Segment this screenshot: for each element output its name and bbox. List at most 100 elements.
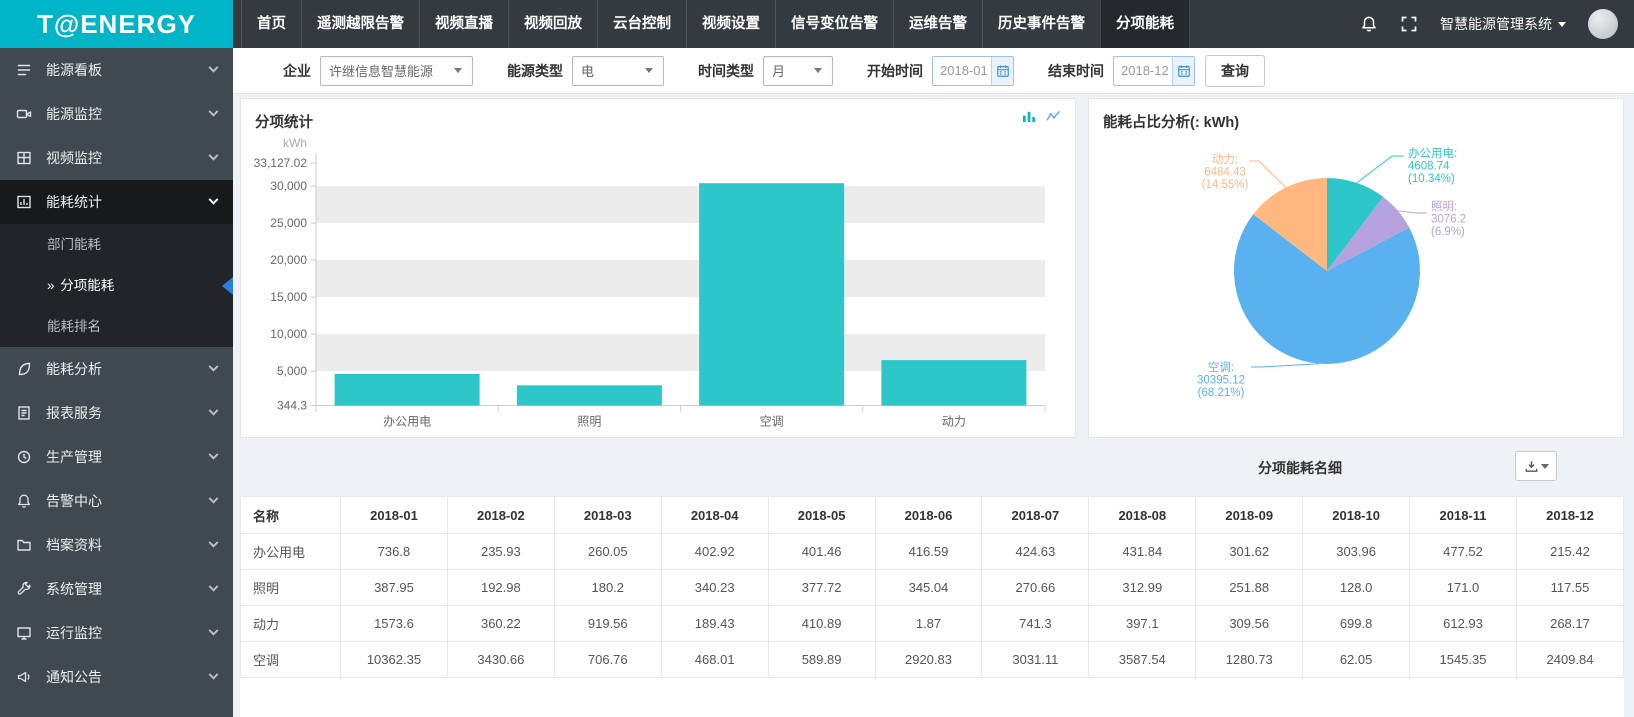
caret-down-icon bbox=[1558, 22, 1566, 27]
svg-text:30,000: 30,000 bbox=[270, 179, 307, 193]
energy-type-select-value: 电 bbox=[581, 61, 594, 80]
sidebar-item[interactable]: 档案资料 bbox=[0, 523, 233, 567]
data-table: 名称2018-012018-022018-032018-042018-05201… bbox=[240, 496, 1624, 678]
system-menu-label: 智慧能源管理系统 bbox=[1440, 14, 1552, 34]
value-cell: 235.93 bbox=[447, 534, 554, 570]
value-cell: 431.84 bbox=[1089, 534, 1196, 570]
chevron-down-icon bbox=[209, 449, 219, 459]
value-cell: 589.89 bbox=[768, 642, 875, 678]
system-menu[interactable]: 智慧能源管理系统 bbox=[1440, 14, 1566, 34]
sidebar-item[interactable]: 告警中心 bbox=[0, 479, 233, 523]
value-cell: 477.52 bbox=[1410, 534, 1517, 570]
value-cell: 3430.66 bbox=[447, 642, 554, 678]
sidebar-item[interactable]: 视频监控 bbox=[0, 136, 233, 180]
avatar[interactable] bbox=[1588, 9, 1618, 39]
topnav-item[interactable]: 视频回放 bbox=[508, 0, 597, 48]
main-content: 企业 许继信息智慧能源 能源类型 电 时间类型 月 开始时间 2018-01 结… bbox=[233, 48, 1634, 717]
query-button[interactable]: 查询 bbox=[1205, 55, 1265, 87]
topnav-item[interactable]: 分项能耗 bbox=[1100, 0, 1190, 48]
bar-chart-toggle-icon[interactable] bbox=[1022, 109, 1037, 124]
start-date-input[interactable]: 2018-01 bbox=[932, 56, 1014, 86]
sidebar-item[interactable]: 系统管理 bbox=[0, 567, 233, 611]
table-body: 办公用电736.8235.93260.05402.92401.46416.594… bbox=[241, 534, 1624, 678]
end-date-label: 结束时间 bbox=[1048, 61, 1104, 81]
submenu: 部门能耗» 分项能耗能耗排名 bbox=[0, 224, 233, 347]
chevron-down-icon bbox=[209, 194, 219, 204]
notifications-bell-icon[interactable] bbox=[1360, 15, 1378, 33]
table-row: 动力1573.6360.22919.56189.43410.891.87741.… bbox=[241, 606, 1624, 642]
svg-text:照明: 照明 bbox=[577, 415, 601, 429]
value-cell: 10362.35 bbox=[341, 642, 448, 678]
sidebar-item-label: 能耗统计 bbox=[46, 192, 102, 212]
submenu-item[interactable]: » 分项能耗 bbox=[0, 265, 233, 306]
export-button[interactable] bbox=[1515, 451, 1557, 481]
chevron-down-icon bbox=[209, 361, 219, 371]
value-cell: 180.2 bbox=[554, 570, 661, 606]
month-column-header: 2018-11 bbox=[1410, 497, 1517, 534]
topnav-item[interactable]: 云台控制 bbox=[597, 0, 686, 48]
topnav-item[interactable]: 信号变位告警 bbox=[775, 0, 893, 48]
sidebar-item-label: 通知公告 bbox=[46, 667, 102, 687]
megaphone-icon bbox=[16, 669, 34, 685]
pie-chart: 办公用电:4608.74(10.34%)照明:3076.2(6.9%)空调:30… bbox=[1089, 99, 1623, 437]
value-cell: 260.05 bbox=[554, 534, 661, 570]
table-row: 办公用电736.8235.93260.05402.92401.46416.594… bbox=[241, 534, 1624, 570]
end-date-value: 2018-12 bbox=[1114, 63, 1172, 78]
submenu-item-label: 能耗排名 bbox=[47, 319, 101, 334]
company-select[interactable]: 许继信息智慧能源 bbox=[320, 56, 473, 86]
value-cell: 401.46 bbox=[768, 534, 875, 570]
chevron-down-icon bbox=[454, 68, 462, 73]
sidebar-item[interactable]: 能源监控 bbox=[0, 92, 233, 136]
chevron-down-icon bbox=[209, 537, 219, 547]
sidebar-item[interactable]: 报表服务 bbox=[0, 391, 233, 435]
sidebar-item[interactable]: 能源看板 bbox=[0, 48, 233, 92]
topnav-item[interactable]: 视频设置 bbox=[686, 0, 775, 48]
sidebar: 能源看板能源监控视频监控能耗统计部门能耗» 分项能耗能耗排名能耗分析报表服务生产… bbox=[0, 48, 233, 717]
value-cell: 2920.83 bbox=[875, 642, 982, 678]
topnav-item[interactable]: 运维告警 bbox=[893, 0, 982, 48]
row-name-cell: 空调 bbox=[241, 642, 341, 678]
bar-chart: 344.35,00010,00015,00020,00025,00030,000… bbox=[241, 99, 1075, 437]
month-column-header: 2018-10 bbox=[1303, 497, 1410, 534]
svg-text:动力:6484.43(14.55%): 动力:6484.43(14.55%) bbox=[1202, 153, 1249, 191]
value-cell: 62.05 bbox=[1303, 642, 1410, 678]
time-type-label: 时间类型 bbox=[698, 61, 754, 81]
end-date-input[interactable]: 2018-12 bbox=[1113, 56, 1195, 86]
sidebar-item-label: 系统管理 bbox=[46, 579, 102, 599]
sidebar-item-label: 能耗分析 bbox=[46, 359, 102, 379]
sidebar-item[interactable]: 生产管理 bbox=[0, 435, 233, 479]
value-cell: 128.0 bbox=[1303, 570, 1410, 606]
value-cell: 360.22 bbox=[447, 606, 554, 642]
pie-panel-title: 能耗占比分析(: kWh) bbox=[1089, 99, 1623, 132]
sidebar-item[interactable]: 能耗分析 bbox=[0, 347, 233, 391]
time-type-select[interactable]: 月 bbox=[763, 56, 833, 86]
value-cell: 215.42 bbox=[1516, 534, 1623, 570]
sidebar-item[interactable]: 运行监控 bbox=[0, 611, 233, 655]
value-cell: 1280.73 bbox=[1196, 642, 1303, 678]
svg-text:照明:3076.2(6.9%): 照明:3076.2(6.9%) bbox=[1431, 200, 1466, 238]
topnav-item[interactable]: 历史事件告警 bbox=[982, 0, 1100, 48]
sidebar-item[interactable]: 能耗统计 bbox=[0, 180, 233, 224]
chevron-down-icon bbox=[209, 581, 219, 591]
svg-text:20,000: 20,000 bbox=[270, 253, 307, 267]
value-cell: 410.89 bbox=[768, 606, 875, 642]
energy-type-select[interactable]: 电 bbox=[572, 56, 664, 86]
value-cell: 251.88 bbox=[1196, 570, 1303, 606]
topnav-item[interactable]: 视频直播 bbox=[419, 0, 508, 48]
row-name-cell: 办公用电 bbox=[241, 534, 341, 570]
line-chart-toggle-icon[interactable] bbox=[1046, 109, 1061, 124]
fullscreen-icon[interactable] bbox=[1400, 15, 1418, 33]
submenu-item[interactable]: 部门能耗 bbox=[0, 224, 233, 265]
value-cell: 171.0 bbox=[1410, 570, 1517, 606]
table-section-header: 分项能耗名细 bbox=[240, 438, 1624, 496]
value-cell: 192.98 bbox=[447, 570, 554, 606]
chevron-down-icon bbox=[645, 68, 653, 73]
active-arrow-marker bbox=[222, 277, 233, 295]
submenu-item[interactable]: 能耗排名 bbox=[0, 306, 233, 347]
month-column-header: 2018-08 bbox=[1089, 497, 1196, 534]
topnav-item[interactable]: 首页 bbox=[241, 0, 301, 48]
topnav-item[interactable]: 遥测越限告警 bbox=[301, 0, 419, 48]
sidebar-item[interactable]: 通知公告 bbox=[0, 655, 233, 699]
value-cell: 387.95 bbox=[341, 570, 448, 606]
chevron-down-icon bbox=[209, 150, 219, 160]
